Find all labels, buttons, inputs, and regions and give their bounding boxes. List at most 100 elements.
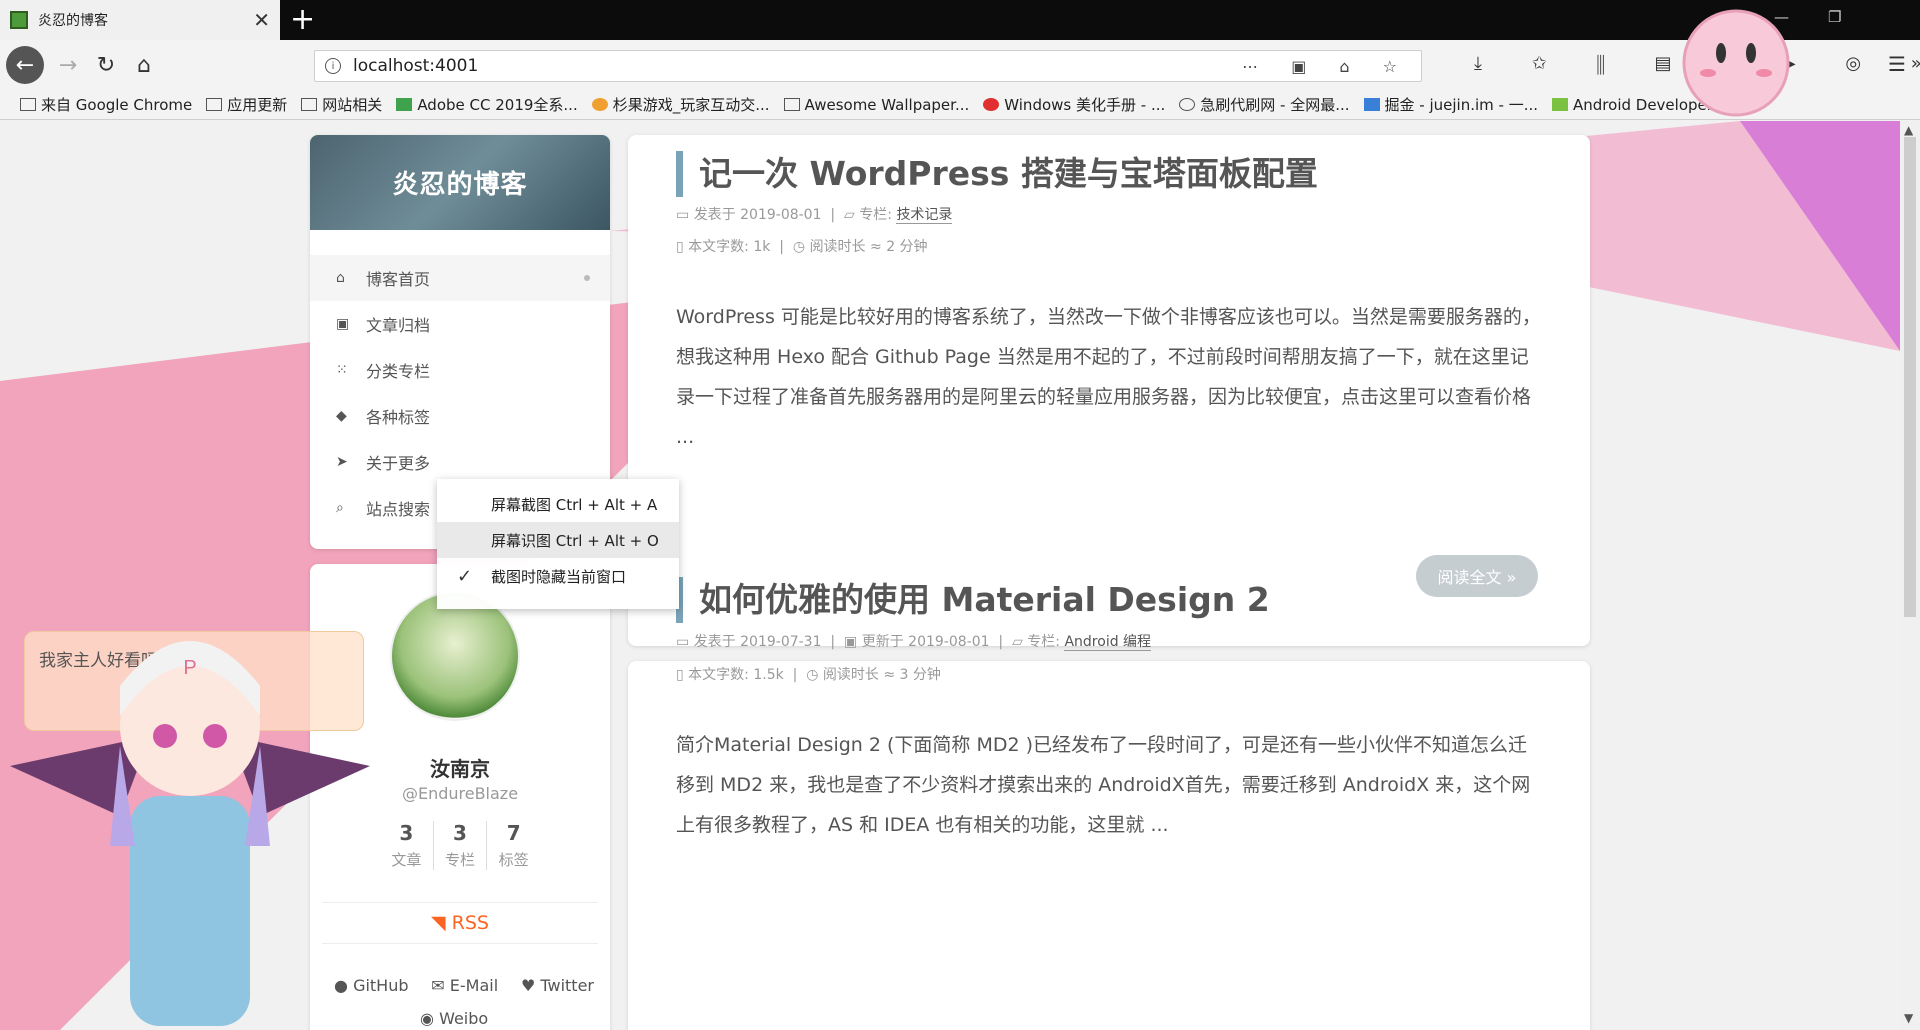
menu-item-label: 文章归档 [366,316,431,335]
category-link[interactable]: Android 编程 [1064,634,1152,651]
close-tab-icon[interactable]: ✕ [253,8,270,32]
stat-posts[interactable]: 3 文章 [380,821,434,870]
read-more-button[interactable]: 阅读全文 » [1416,555,1538,597]
menu-item-label: 分类专栏 [366,362,431,381]
post-meta: ▭ 发表于 2019-07-31 | ▣ 更新于 2019-08-01 | ▱ … [676,634,1152,651]
title-bar: 炎忍的博客 ✕ + — ❐ [0,0,1920,40]
bookmarks-bar: 来自 Google Chrome 应用更新 网站相关 Adobe CC 2019… [0,90,1920,120]
bookmark-item[interactable]: 杉果游戏_玩家互动交... [591,94,770,115]
email-link[interactable]: ✉ E-Mail [431,976,498,995]
reading-time: 阅读时长 ≈ 2 分钟 [809,239,928,255]
bookmark-item[interactable]: Windows 美化手册 - ... [983,94,1165,115]
file-icon: ▯ [676,239,684,255]
scroll-down-icon[interactable]: ▼ [1904,1011,1913,1025]
site-brand[interactable]: 炎忍的博客 [310,135,610,230]
stat-categories[interactable]: 3 专栏 [434,821,488,870]
twitter-link[interactable]: ♥ Twitter [521,976,594,995]
menu-item-screenshot[interactable]: 屏幕截图 Ctrl + Alt + A [437,486,679,522]
clock-icon: ◷ [806,667,819,683]
file-icon: ▯ [676,667,684,683]
forward-button[interactable]: → [50,47,86,83]
author-stats: 3 文章 3 专栏 7 标签 [380,821,540,870]
home-button[interactable]: ⌂ [126,47,162,83]
menu-item-label: 站点搜索 [366,500,431,519]
clock-icon: ◷ [792,239,806,255]
bookmark-item[interactable]: 急刷代刷网 - 全网最... [1179,94,1350,115]
author-avatar [390,591,520,721]
menu-icon[interactable]: ☰ [1888,52,1906,76]
vertical-scrollbar[interactable]: ▲ ▼ [1900,121,1920,1030]
new-tab-button[interactable]: + [290,4,315,36]
category-label: 专栏: [859,207,892,223]
bookmark-favicon-icon [591,98,608,111]
folder-icon [206,98,223,111]
home-icon: ⌂ [336,270,345,286]
stat-number: 3 [453,821,467,845]
tags-icon: ◆ [336,408,347,424]
reload-button[interactable]: ↻ [88,47,124,83]
menu-item-archives[interactable]: ▣ 文章归档 [310,301,610,347]
scroll-up-icon[interactable]: ▲ [1904,123,1913,137]
menu-item-label: 关于更多 [366,454,431,473]
stat-label: 专栏 [445,851,476,869]
menu-item-label: 截图时隐藏当前窗口 [491,567,627,586]
folder-icon [20,98,36,111]
stat-label: 标签 [498,851,529,869]
post-excerpt: WordPress 可能是比较好用的博客系统了，当然改一下做个非博客应该也可以。… [676,306,1541,448]
bookmark-favicon-icon [983,98,1000,111]
bookmark-item[interactable]: 应用更新 [206,94,287,115]
menu-item-home[interactable]: ⌂ 博客首页 [310,255,610,301]
folder-icon: ▱ [1012,634,1023,650]
screenshot-context-menu: 屏幕截图 Ctrl + Alt + A 屏幕识图 Ctrl + Alt + O … [437,479,679,609]
bookmark-favicon-icon [783,98,800,111]
rss-label: RSS [451,912,489,934]
site-info-icon[interactable]: i [325,58,341,74]
navigation-toolbar: ← → ↻ ⌂ i localhost:4001 ⋯ ▣ ⌂ ☆ ⤓ ✩ ⫼ ▤… [0,40,1920,90]
bookmark-item[interactable]: Awesome Wallpaper... [783,96,969,114]
weibo-link[interactable]: ◉ Weibo [420,1009,488,1028]
bookmark-item[interactable]: 掘金 - juejin.im - 一... [1363,94,1538,115]
tab-title: 炎忍的博客 [38,13,108,29]
bookmark-item[interactable]: 网站相关 [301,94,382,115]
post-title[interactable]: 如何优雅的使用 Material Design 2 [676,577,1270,623]
post-excerpt: 简介Material Design 2 (下面简称 MD2 )已经发布了一段时间… [676,734,1531,836]
stat-number: 3 [399,821,414,845]
menu-item-categories[interactable]: ⁙ 分类专栏 [310,347,610,393]
published-date: 发表于 2019-08-01 [693,207,822,223]
envelope-icon: ✉ [431,976,445,995]
restore-icon[interactable]: ❐ [1828,8,1841,26]
url-text[interactable]: localhost:4001 [353,56,1242,76]
kirby-overlay-icon [1682,9,1790,117]
active-indicator [584,275,590,281]
browser-tab[interactable]: 炎忍的博客 ✕ [0,0,280,40]
menu-item-label: 博客首页 [366,270,431,289]
word-count: 本文字数: 1k [688,239,771,255]
checkmark-icon: ✓ [457,565,473,587]
category-label: 专栏: [1027,634,1061,650]
back-button[interactable]: ← [6,46,44,84]
bookmark-item[interactable]: 来自 Google Chrome [20,94,192,115]
page-actions-icons[interactable]: ⋯ ▣ ⌂ ☆ [1242,57,1411,76]
calendar-check-icon: ▣ [844,634,858,650]
menu-item-image-recognition[interactable]: 屏幕识图 Ctrl + Alt + O [437,522,679,558]
bookmark-item[interactable]: Adobe CC 2019全系... [396,94,578,115]
updated-date: 更新于 2019-08-01 [861,634,990,650]
menu-item-hide-window[interactable]: ✓ 截图时隐藏当前窗口 [437,558,679,594]
post-stats: ▯ 本文字数: 1.5k | ◷ 阅读时长 ≈ 3 分钟 [676,667,941,683]
published-date: 发表于 2019-07-31 [693,634,822,650]
archive-icon: ▣ [336,316,350,332]
mascot-character[interactable]: P [0,616,380,1030]
search-icon: ⌕ [336,500,344,516]
folder-icon [301,98,318,111]
site-favicon-icon [10,11,28,29]
folder-icon: ▱ [844,207,855,223]
category-link[interactable]: 技术记录 [896,207,953,224]
address-bar[interactable]: i localhost:4001 ⋯ ▣ ⌂ ☆ [314,50,1422,82]
menu-item-tags[interactable]: ◆ 各种标签 [310,393,610,439]
post-title[interactable]: 记一次 WordPress 搭建与宝塔面板配置 [676,151,1318,197]
calendar-icon: ▭ [676,207,690,223]
scrollbar-thumb[interactable] [1904,137,1916,617]
stat-tags[interactable]: 7 标签 [487,821,540,870]
word-count: 本文字数: 1.5k [688,667,784,683]
stat-number: 7 [506,821,521,845]
